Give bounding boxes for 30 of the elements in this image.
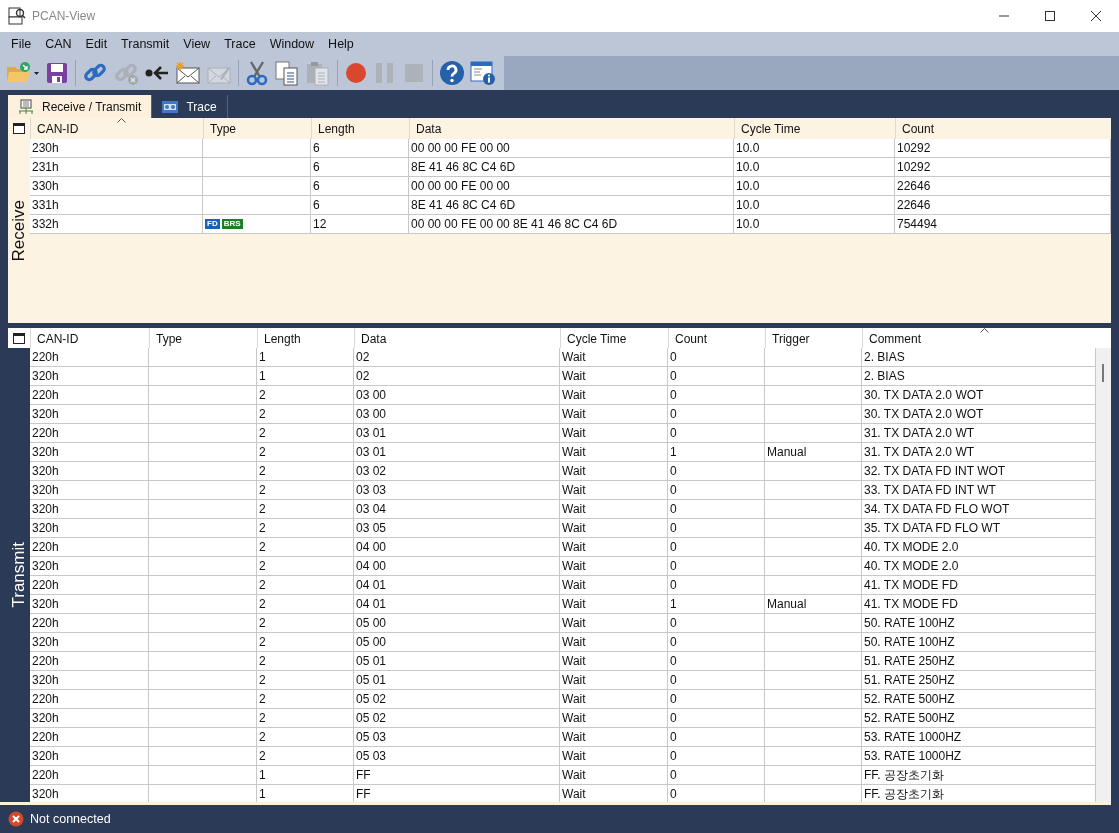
menu-item[interactable]: Trace: [217, 37, 263, 51]
window-title: PCAN-View: [32, 9, 96, 23]
tape-icon: [162, 100, 179, 113]
status-text: Not connected: [30, 812, 111, 826]
table-cell: 10.0: [734, 215, 895, 234]
menu-item[interactable]: Help: [321, 37, 361, 51]
close-icon: [1090, 10, 1102, 22]
table-cell: 00 00 00 FE 00 00 8E 41 46 8C C4 6D: [409, 215, 734, 234]
sort-ascending-icon: [979, 328, 989, 333]
menu-item[interactable]: View: [176, 37, 218, 51]
table-cell: 754494: [895, 215, 1111, 234]
menu-item[interactable]: CAN: [38, 37, 79, 51]
transmit-panel-label: Transmit: [9, 542, 29, 608]
menu-item[interactable]: File: [4, 37, 39, 51]
table-cell: 332h: [30, 215, 203, 234]
maximize-icon: [1044, 10, 1056, 22]
help-button[interactable]: [437, 58, 467, 88]
app-logo-icon: [8, 7, 26, 25]
frame-type-tag: FD: [205, 219, 220, 229]
menu-item[interactable]: Transmit: [114, 37, 177, 51]
table-cell: 12: [311, 215, 409, 234]
scrollbar[interactable]: [1096, 348, 1111, 802]
tab[interactable]: Receive / Transmit: [8, 95, 153, 118]
receive-panel-label: Receive: [9, 199, 29, 262]
sort-ascending-icon: [117, 118, 126, 123]
about-button[interactable]: [468, 58, 498, 88]
frame-type-tag: BRS: [221, 219, 243, 229]
menu-item[interactable]: Edit: [78, 37, 115, 51]
menu-item[interactable]: Window: [262, 37, 322, 51]
computer-network-icon: [18, 98, 34, 115]
